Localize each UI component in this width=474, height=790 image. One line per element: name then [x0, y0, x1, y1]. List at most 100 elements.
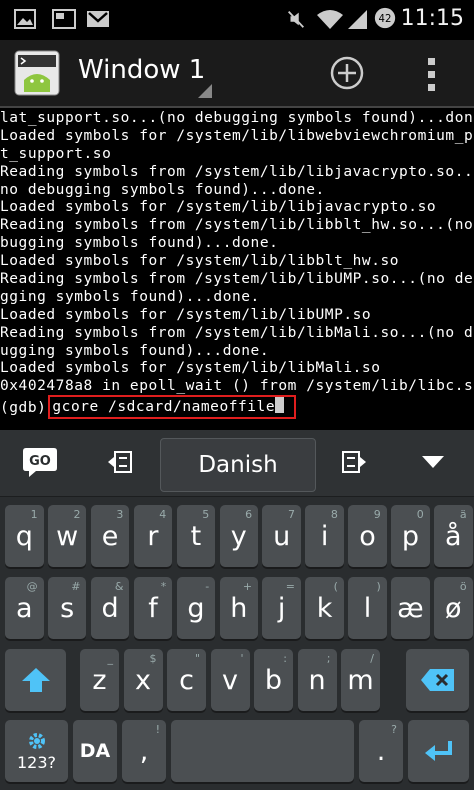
terminal-line: Loaded symbols for /system/lib/libMali.s… — [0, 360, 381, 377]
key-hint: 8 — [330, 508, 338, 521]
terminal-line: Loaded symbols for /system/lib/libwebvie… — [0, 127, 474, 144]
suggestion-word[interactable]: Danish — [160, 438, 316, 492]
key-b[interactable]: b: — [254, 649, 293, 711]
key-h[interactable]: h + — [219, 577, 259, 639]
window-title[interactable]: Window 1 — [78, 55, 205, 85]
key-p[interactable]: p0 — [391, 505, 430, 567]
key-label: r — [147, 520, 159, 552]
text-cursor — [275, 397, 285, 414]
comma-hint: ! — [155, 723, 160, 736]
key-l[interactable]: l) — [348, 577, 387, 639]
terminal-line: Loaded symbols for /system/lib/libUMP.so — [0, 306, 372, 323]
cursor-right-icon[interactable] — [338, 450, 368, 476]
terminal-line: gging symbols found)...done. — [0, 288, 260, 305]
terminal-app-icon — [14, 50, 60, 96]
backspace-key[interactable] — [406, 649, 469, 711]
terminal-lines: lat_support.so...(no debugging symbols f… — [0, 108, 474, 396]
key-label: n — [308, 664, 326, 696]
terminal-line: Loaded symbols for /system/lib/libjavacr… — [0, 199, 437, 216]
key-q[interactable]: q1 — [5, 505, 44, 567]
terminal-line: Reading symbols from /system/lib/libMali… — [0, 324, 474, 341]
key-hint: 0 — [416, 508, 424, 521]
key-label: b — [264, 664, 283, 696]
go-keyboard-icon[interactable]: GO — [22, 446, 58, 478]
key-g[interactable]: g- — [176, 577, 216, 639]
enter-icon — [424, 741, 452, 761]
key-hint: - — [205, 580, 210, 593]
key-o[interactable]: o9 — [348, 505, 387, 567]
key-n[interactable]: n; — [297, 649, 337, 711]
window-dropdown-indicator-icon[interactable] — [198, 84, 212, 98]
key-hint: 3 — [116, 508, 124, 521]
key-label: j — [277, 592, 286, 624]
terminal-line: 0x402478a8 in epoll_wait () from /system… — [0, 378, 474, 395]
key-z[interactable]: z _ — [80, 649, 119, 711]
space-key[interactable] — [171, 720, 354, 782]
key-label: c — [179, 664, 194, 696]
key-d[interactable]: d & — [90, 577, 130, 639]
settings-symbols-key[interactable]: 123? — [5, 720, 68, 782]
key-label: æ — [397, 592, 424, 624]
key-label: m — [347, 664, 374, 696]
key-e[interactable]: e3 — [90, 505, 130, 567]
key-label: v — [222, 664, 238, 696]
command-input[interactable]: gcore /sdcard/nameoffile — [48, 395, 297, 420]
screenshot-icon — [52, 9, 76, 29]
key-u[interactable]: u7 — [262, 505, 301, 567]
key-hint: ' — [240, 652, 244, 665]
key-label: ø — [445, 592, 462, 624]
plus-circle-icon[interactable] — [330, 56, 364, 90]
shift-key[interactable] — [5, 649, 66, 711]
key-v[interactable]: v ' — [210, 649, 250, 711]
key-hint: _ — [107, 652, 114, 665]
key-w[interactable]: w2 — [47, 505, 87, 567]
period-key[interactable]: . ? — [359, 720, 403, 782]
key-hint: $ — [149, 652, 157, 665]
key-r[interactable]: r4 — [133, 505, 173, 567]
key-label: l — [363, 592, 372, 624]
key-hint: ) — [376, 580, 381, 593]
key-f[interactable]: f * — [133, 577, 173, 639]
key-hint: " — [194, 652, 200, 665]
key-hint: ö — [459, 580, 467, 593]
key-c[interactable]: c " — [167, 649, 206, 711]
enter-key[interactable] — [408, 720, 469, 782]
terminal-output[interactable]: lat_support.so...(no debugging symbols f… — [0, 108, 474, 430]
key-label: f — [148, 592, 158, 624]
key-y[interactable]: y6 — [219, 505, 259, 567]
key-æ[interactable]: æ — [391, 577, 430, 639]
hide-keyboard-icon[interactable] — [422, 456, 444, 468]
overflow-menu-icon[interactable] — [420, 54, 444, 94]
comma-label: , — [139, 735, 149, 767]
clock: 11:15 — [400, 6, 464, 31]
language-key[interactable]: DA — [73, 720, 117, 782]
key-k[interactable]: k( — [305, 577, 344, 639]
cursor-left-icon[interactable] — [106, 450, 136, 476]
terminal-line: ugging symbols found)...done. — [0, 342, 270, 359]
key-label: w — [56, 520, 79, 552]
key-hint: = — [285, 580, 295, 593]
terminal-line: lat_support.so...(no debugging symbols f… — [0, 110, 474, 126]
key-ø[interactable]: øö — [434, 577, 473, 639]
key-s[interactable]: s # — [47, 577, 87, 639]
terminal-line: Reading symbols from /system/lib/libjava… — [0, 163, 474, 180]
key-label: q — [15, 520, 33, 552]
key-i[interactable]: i8 — [305, 505, 344, 567]
key-x[interactable]: x $ — [123, 649, 163, 711]
key-hint: : — [283, 652, 287, 665]
key-label: y — [230, 520, 247, 552]
wifi-icon — [317, 10, 343, 29]
command-line[interactable]: (gdb) gcore /sdcard/nameoffile — [0, 395, 474, 420]
key-m[interactable]: m / — [341, 649, 380, 711]
key-a[interactable]: a @ — [5, 577, 44, 639]
key-label: t — [190, 520, 202, 552]
key-t[interactable]: t5 — [176, 505, 216, 567]
key-hint: 2 — [73, 508, 81, 521]
comma-key[interactable]: , ! — [122, 720, 166, 782]
command-text: gcore /sdcard/nameoffile — [52, 399, 276, 416]
key-j[interactable]: j = — [262, 577, 301, 639]
key-hint: ; — [326, 652, 331, 665]
key-label: x — [135, 664, 151, 696]
key-å[interactable]: åä — [434, 505, 473, 567]
suggestion-bar: GO Danish — [0, 430, 474, 497]
